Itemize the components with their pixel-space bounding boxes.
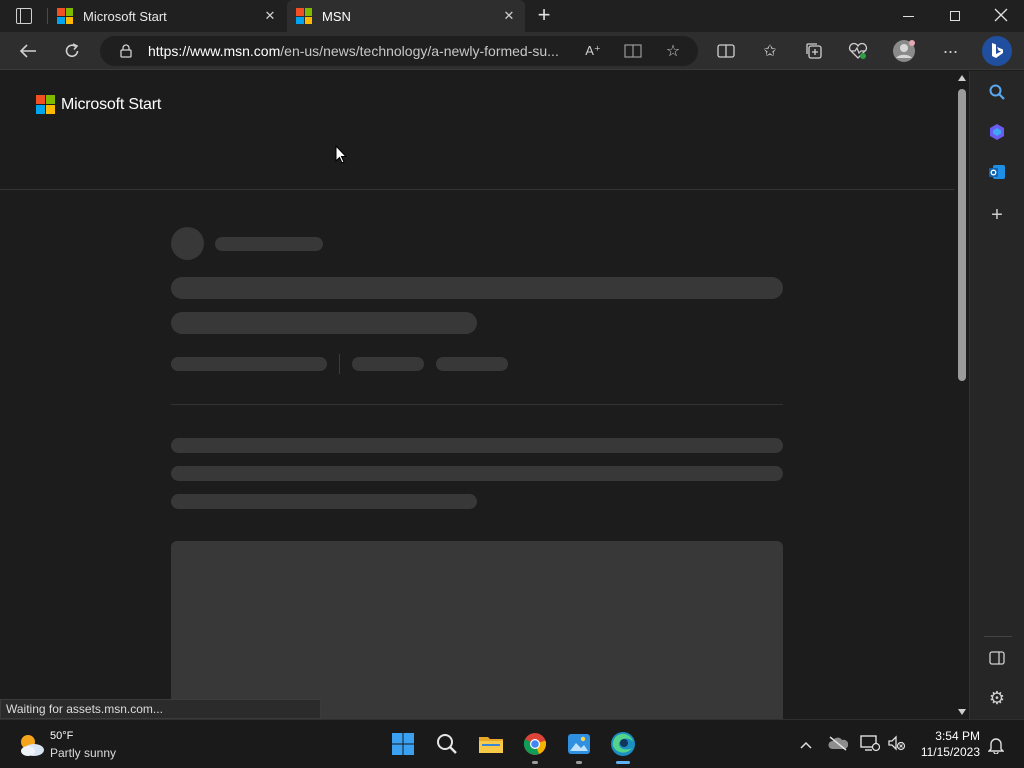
split-screen-icon[interactable]: [715, 40, 737, 62]
clock-time[interactable]: 3:54 PM: [920, 729, 980, 743]
weather-description: Partly sunny: [50, 746, 117, 760]
collections-icon[interactable]: [803, 40, 825, 62]
skeleton-body-line: [171, 494, 477, 509]
weather-temperature: 50°F: [50, 730, 74, 742]
skeleton-meta: [436, 357, 508, 371]
immersive-reader-icon[interactable]: [622, 40, 644, 62]
scroll-up-arrow-icon[interactable]: [958, 75, 966, 81]
edge-sidebar: + ⚙: [969, 71, 1024, 719]
skeleton-meta: [352, 357, 424, 371]
page-scrollbar[interactable]: [955, 71, 969, 719]
meta-divider: [339, 354, 340, 374]
edge-browser-icon[interactable]: [609, 730, 637, 764]
browser-essentials-icon[interactable]: [847, 40, 869, 62]
close-window-icon[interactable]: [993, 6, 1009, 24]
show-hidden-icons-chevron-icon[interactable]: [799, 737, 813, 755]
tab-title: Microsoft Start: [83, 8, 167, 24]
minimize-icon[interactable]: [903, 16, 914, 17]
windows-taskbar: 50°F Partly sunny 3:54 PM 11/15/2023: [0, 719, 1024, 768]
tab-msn[interactable]: MSN ✕: [287, 0, 525, 32]
volume-muted-icon[interactable]: [887, 734, 907, 757]
brand-name: Microsoft Start: [61, 95, 162, 113]
tab-close-icon[interactable]: ✕: [501, 8, 517, 24]
skeleton-source-name: [215, 237, 323, 251]
microsoft-start-logo[interactable]: Microsoft Start: [36, 95, 161, 114]
outlook-icon[interactable]: [986, 161, 1008, 183]
running-indicator: [532, 761, 538, 764]
skeleton-image: [171, 541, 783, 719]
photos-app-icon[interactable]: [565, 730, 593, 764]
lock-icon[interactable]: [120, 44, 132, 58]
favorites-icon[interactable]: ✩: [759, 40, 781, 62]
add-sidebar-app-icon[interactable]: +: [986, 204, 1008, 226]
skeleton-body-line: [171, 466, 783, 481]
running-indicator: [576, 761, 582, 764]
content-divider: [171, 404, 783, 405]
microsoft-logo-icon: [36, 95, 55, 114]
tab-microsoft-start[interactable]: Microsoft Start ✕: [48, 0, 286, 32]
network-icon[interactable]: [860, 734, 881, 757]
page-content: Microsoft Start: [0, 71, 955, 719]
url-path: /en-us/news/technology/a-newly-formed-su…: [280, 43, 559, 59]
skeleton-avatar: [171, 227, 204, 260]
status-bar: Waiting for assets.msn.com...: [0, 699, 321, 719]
more-options-icon[interactable]: ···: [939, 40, 961, 62]
restore-icon[interactable]: [950, 11, 960, 21]
tab-strip: Microsoft Start ✕ MSN ✕ +: [0, 0, 1024, 32]
profile-avatar[interactable]: [892, 39, 916, 63]
skeleton-body-line: [171, 438, 783, 453]
partly-sunny-icon: [21, 735, 44, 756]
onedrive-offline-icon[interactable]: [828, 735, 849, 756]
favorite-star-icon[interactable]: ☆: [662, 40, 684, 62]
address-bar[interactable]: https://www.msn.com/en-us/news/technolog…: [100, 36, 698, 66]
clock-date[interactable]: 11/15/2023: [910, 745, 980, 759]
active-indicator: [616, 761, 630, 764]
read-aloud-icon[interactable]: A⁺: [582, 40, 604, 62]
refresh-icon[interactable]: [61, 40, 83, 62]
search-icon[interactable]: [986, 81, 1008, 103]
navigation-toolbar: https://www.msn.com/en-us/news/technolog…: [0, 32, 1024, 70]
skeleton-headline-line: [171, 277, 783, 299]
tab-close-icon[interactable]: ✕: [262, 8, 278, 24]
mouse-cursor-icon: [335, 144, 348, 170]
url-host: https://www.msn.com: [148, 43, 281, 59]
scroll-down-arrow-icon[interactable]: [958, 709, 966, 715]
chrome-icon[interactable]: [521, 730, 549, 764]
bing-chat-icon[interactable]: [982, 36, 1012, 66]
taskbar-search-icon[interactable]: [433, 730, 461, 758]
skeleton-headline-line: [171, 312, 477, 334]
back-icon[interactable]: [17, 40, 39, 62]
url-text[interactable]: https://www.msn.com/en-us/news/technolog…: [148, 43, 570, 59]
hide-sidebar-icon[interactable]: [986, 647, 1008, 669]
weather-widget[interactable]: 50°F Partly sunny: [14, 728, 134, 762]
settings-gear-icon[interactable]: ⚙: [986, 687, 1008, 709]
notifications-bell-icon[interactable]: [987, 736, 1005, 759]
tab-actions-icon[interactable]: [16, 8, 32, 24]
header-divider: [0, 189, 955, 190]
microsoft-logo-icon: [296, 8, 312, 24]
sidebar-divider: [984, 636, 1012, 637]
start-button[interactable]: [389, 730, 417, 758]
scroll-thumb[interactable]: [958, 89, 966, 381]
new-tab-button[interactable]: +: [533, 3, 555, 29]
microsoft-logo-icon: [57, 8, 73, 24]
file-explorer-icon[interactable]: [477, 730, 505, 758]
skeleton-meta: [171, 357, 327, 371]
copilot-icon[interactable]: [986, 121, 1008, 143]
tab-title: MSN: [322, 8, 351, 24]
